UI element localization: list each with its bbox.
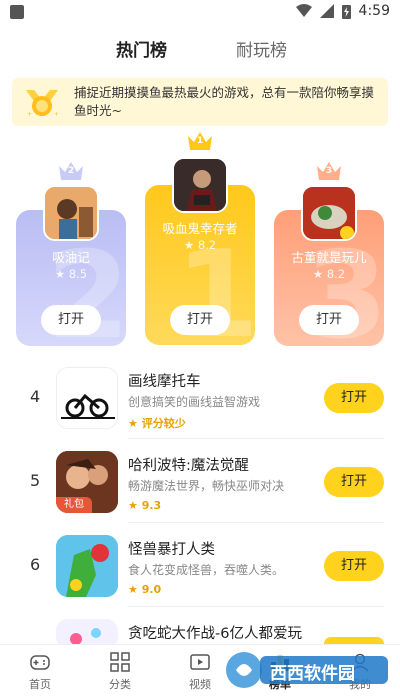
rank-number: 5 [30, 471, 41, 490]
status-time: 4:59 [358, 3, 390, 19]
open-button[interactable]: 打开 [324, 551, 384, 581]
game-icon-monster-smash[interactable] [56, 535, 118, 597]
game-desc: 创意搞笑的画线益智游戏 [128, 395, 261, 409]
nav-label: 视频 [189, 678, 211, 691]
nav-category[interactable]: 分类 [90, 651, 150, 692]
status-bar-right: 4:59 [295, 3, 390, 19]
gamepad-icon [30, 655, 50, 670]
game-icon-harry-potter[interactable]: 礼包 [56, 451, 118, 513]
podium-name: 古董就是玩儿 [291, 250, 367, 265]
list-item[interactable]: 6 怪兽暴打人类 食人花变成怪兽，吞噬人类。 ★ 9.0 打开 [0, 523, 400, 607]
tab-durable-ranking[interactable]: 耐玩榜 [236, 36, 287, 61]
list-item[interactable]: 5 礼包 哈利波特:魔法觉醒 畅游魔法世界，畅快巫师对决 ★ 9.3 打开 [0, 439, 400, 523]
crown-gold-icon: 1 [188, 132, 212, 150]
open-button[interactable]: 打开 [324, 383, 384, 413]
grid-icon [110, 652, 130, 672]
game-rating: ★ 9.3 [128, 499, 162, 512]
open-button[interactable]: 打开 [299, 305, 359, 335]
video-icon [190, 654, 210, 670]
podium-rating: ★ 8.5 [54, 267, 88, 281]
header-tabs: 热门榜 耐玩榜 [0, 26, 400, 72]
game-icon-line-moto[interactable] [56, 367, 118, 429]
watermark-text: 西西软件园 [270, 664, 355, 684]
podium-rating: ★ 8.2 [312, 267, 346, 281]
rank-number: 6 [30, 555, 41, 574]
notification-icon [10, 5, 24, 19]
nav-label: 分类 [109, 678, 131, 691]
svg-text:+: + [54, 111, 59, 118]
game-title: 怪兽暴打人类 [128, 542, 215, 558]
podium-name: 吸油记 [52, 250, 90, 265]
podium-rating: ★ 8.2 [183, 238, 217, 252]
game-desc: 畅游魔法世界，畅快巫师对决 [128, 479, 285, 493]
list-item[interactable]: 4 画线摩托车 创意搞笑的画线益智游戏 ★ 评分较少 打开 [0, 355, 400, 439]
tab-hot-label: 热门榜 [116, 41, 167, 61]
game-rating: ★ 评分较少 [128, 417, 186, 430]
game-icon-vampire-survivors[interactable] [172, 157, 228, 213]
tab-durable-label: 耐玩榜 [236, 41, 287, 61]
open-button[interactable]: 打开 [41, 305, 101, 335]
crown-bronze-icon: 3 [317, 162, 341, 180]
top3-podium: 2 2 吸油记 ★ 8.5 打开 1 1 吸血鬼幸存者 ★ 8.2 打开 3 3… [0, 130, 400, 346]
ranking-banner: + + 捕捉近期摸摸鱼最热最火的游戏，总有一款陪你畅享摸鱼时光~ [12, 78, 388, 126]
svg-text:+: + [27, 111, 32, 118]
game-title: 贪吃蛇大作战-6亿人都爱玩 [128, 626, 302, 642]
nav-home[interactable]: 首页 [10, 651, 70, 692]
crown-silver-icon: 2 [59, 162, 83, 180]
game-desc: 食人花变成怪兽，吞噬人类。 [128, 563, 285, 577]
gift-badge: 礼包 [56, 497, 92, 513]
tab-hot-ranking[interactable]: 热门榜 [116, 36, 167, 61]
battery-icon [341, 4, 351, 19]
medal-icon: + + [26, 90, 59, 118]
podium-name: 吸血鬼幸存者 [162, 221, 238, 236]
banner-text: 捕捉近期摸摸鱼最热最火的游戏，总有一款陪你畅享摸鱼时光~ [74, 85, 375, 118]
signal-icon [319, 4, 334, 18]
open-button[interactable]: 打开 [170, 305, 230, 335]
rank-number: 4 [30, 387, 41, 406]
nav-video[interactable]: 视频 [170, 651, 230, 692]
game-title: 哈利波特:魔法觉醒 [128, 458, 249, 474]
nav-label: 首页 [29, 678, 51, 691]
status-bar: 4:59 [0, 0, 400, 26]
game-title: 画线摩托车 [128, 374, 201, 390]
game-icon-antique[interactable] [301, 185, 357, 241]
game-rating: ★ 9.0 [128, 583, 162, 596]
site-watermark: 西西软件园 [222, 648, 392, 692]
wifi-icon [295, 4, 312, 17]
game-icon-xiyouji[interactable] [43, 185, 99, 241]
open-button[interactable]: 打开 [324, 467, 384, 497]
